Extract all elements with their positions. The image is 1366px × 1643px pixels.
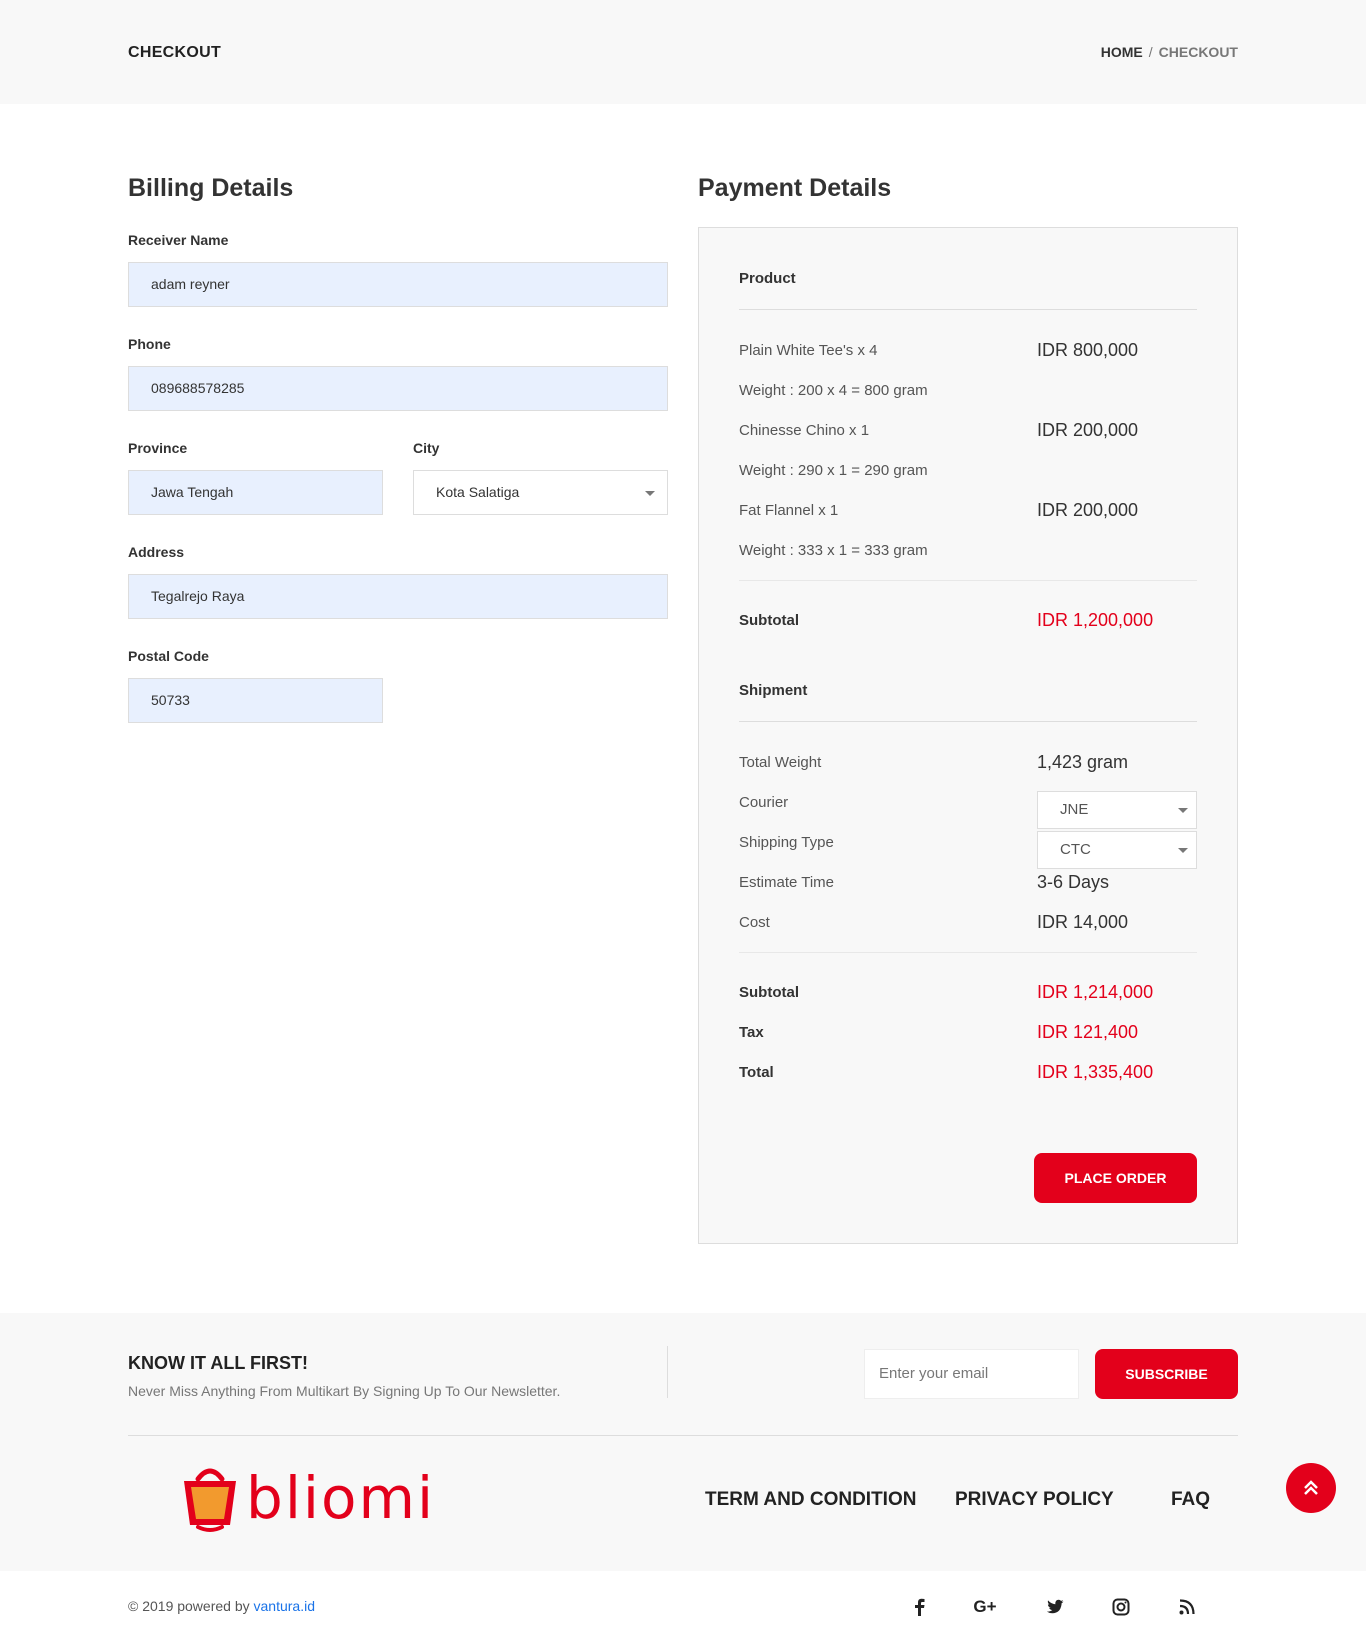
subtotal-value: IDR 1,214,000 <box>1037 982 1154 1002</box>
postal-code-label: Postal Code <box>128 648 209 664</box>
term-and-condition-link[interactable]: TERM AND CONDITION <box>705 1489 916 1511</box>
subscribe-button[interactable]: SUBSCRIBE <box>1095 1349 1238 1399</box>
total-value: IDR 1,335,400 <box>1037 1062 1154 1082</box>
city-select-value: Kota Salatiga <box>436 484 520 500</box>
tax-label: Tax <box>739 1024 764 1041</box>
address-label: Address <box>128 544 185 560</box>
subtotal-value: IDR 1,200,000 <box>1037 610 1154 630</box>
address-input[interactable]: Tegalrejo Raya <box>128 574 668 619</box>
product-heading: Product <box>739 270 796 287</box>
double-chevron-up-icon <box>1304 1480 1318 1495</box>
page-header: CHECKOUT HOME / CHECKOUT <box>0 0 1366 104</box>
estimate-time-value: 3-6 Days <box>1037 872 1110 892</box>
breadcrumb-separator: / <box>1148 44 1153 60</box>
instagram-icon[interactable] <box>1107 1593 1135 1621</box>
copyright-prefix: © 2019 powered by <box>128 1598 254 1614</box>
cost-label: Cost <box>739 914 770 931</box>
province-input[interactable]: Jawa Tengah <box>128 470 383 515</box>
copyright-text: © 2019 powered by vantura.id <box>128 1598 315 1614</box>
breadcrumb-home-link[interactable]: HOME <box>1101 44 1143 60</box>
place-order-button[interactable]: PLACE ORDER <box>1034 1153 1197 1203</box>
faq-link[interactable]: FAQ <box>1171 1489 1210 1511</box>
divider <box>128 1435 1238 1436</box>
divider <box>739 721 1197 722</box>
courier-label: Courier <box>739 794 789 811</box>
total-label: Total <box>739 1064 774 1081</box>
shipping-type-select[interactable]: CTC <box>1037 831 1197 869</box>
courier-select[interactable]: JNE <box>1037 791 1197 829</box>
facebook-icon[interactable] <box>905 1593 933 1621</box>
divider <box>739 309 1197 310</box>
privacy-policy-link[interactable]: PRIVACY POLICY <box>955 1489 1114 1511</box>
city-label: City <box>413 440 440 456</box>
city-select[interactable]: Kota Salatiga <box>413 470 668 515</box>
item-price: IDR 800,000 <box>1037 340 1139 360</box>
newsletter-title: KNOW IT ALL FIRST! <box>128 1353 308 1373</box>
postal-code-input[interactable]: 50733 <box>128 678 383 723</box>
twitter-icon[interactable] <box>1041 1593 1069 1621</box>
google-plus-icon[interactable]: G+ <box>971 1593 999 1621</box>
shipment-heading: Shipment <box>739 682 808 699</box>
divider <box>739 580 1197 581</box>
vantura-link[interactable]: vantura.id <box>254 1598 315 1614</box>
phone-input[interactable]: 089688578285 <box>128 366 668 411</box>
phone-label: Phone <box>128 336 171 352</box>
shopping-bag-icon <box>184 1468 236 1532</box>
payment-title: Payment Details <box>698 174 892 202</box>
chevron-down-icon <box>1178 808 1188 813</box>
logo[interactable]: bliomi <box>180 1465 433 1535</box>
chevron-down-icon <box>1178 848 1188 853</box>
logo-text: bliomi <box>246 1464 436 1532</box>
province-label: Province <box>128 440 188 456</box>
receiver-name-input[interactable]: adam reyner <box>128 262 668 307</box>
shipping-type-label: Shipping Type <box>739 834 834 851</box>
subtotal-label: Subtotal <box>739 612 799 629</box>
breadcrumb: HOME / CHECKOUT <box>1101 44 1238 60</box>
item-price: IDR 200,000 <box>1037 500 1139 520</box>
subtotal-label: Subtotal <box>739 984 799 1001</box>
divider <box>739 952 1197 953</box>
chevron-down-icon <box>645 491 655 496</box>
billing-title: Billing Details <box>128 174 294 202</box>
item-weight: Weight : 333 x 1 = 333 gram <box>739 542 928 559</box>
page-title: CHECKOUT <box>128 44 222 61</box>
footer: KNOW IT ALL FIRST! Never Miss Anything F… <box>0 1313 1366 1571</box>
cost-value: IDR 14,000 <box>1037 912 1129 932</box>
copyright-bar: © 2019 powered by vantura.id G+ <box>0 1571 1366 1643</box>
item-price: IDR 200,000 <box>1037 420 1139 440</box>
newsletter-subtitle: Never Miss Anything From Multikart By Si… <box>128 1383 561 1399</box>
item-weight: Weight : 290 x 1 = 290 gram <box>739 462 928 479</box>
shipping-type-select-value: CTC <box>1060 841 1091 858</box>
scroll-to-top-button[interactable] <box>1286 1463 1336 1513</box>
item-weight: Weight : 200 x 4 = 800 gram <box>739 382 928 399</box>
tax-value: IDR 121,400 <box>1037 1022 1139 1042</box>
payment-panel: Product Plain White Tee's x 4 IDR 800,00… <box>698 227 1238 1244</box>
newsletter-email-input[interactable]: Enter your email <box>864 1349 1079 1399</box>
item-name: Chinesse Chino x 1 <box>739 422 870 439</box>
estimate-time-label: Estimate Time <box>739 874 835 891</box>
total-weight-value: 1,423 gram <box>1037 752 1129 772</box>
rss-icon[interactable] <box>1173 1593 1201 1621</box>
receiver-name-label: Receiver Name <box>128 232 229 248</box>
divider <box>667 1346 668 1398</box>
courier-select-value: JNE <box>1060 801 1089 818</box>
item-name: Plain White Tee's x 4 <box>739 342 878 359</box>
breadcrumb-current: CHECKOUT <box>1158 44 1238 60</box>
total-weight-label: Total Weight <box>739 754 822 771</box>
item-name: Fat Flannel x 1 <box>739 502 839 519</box>
